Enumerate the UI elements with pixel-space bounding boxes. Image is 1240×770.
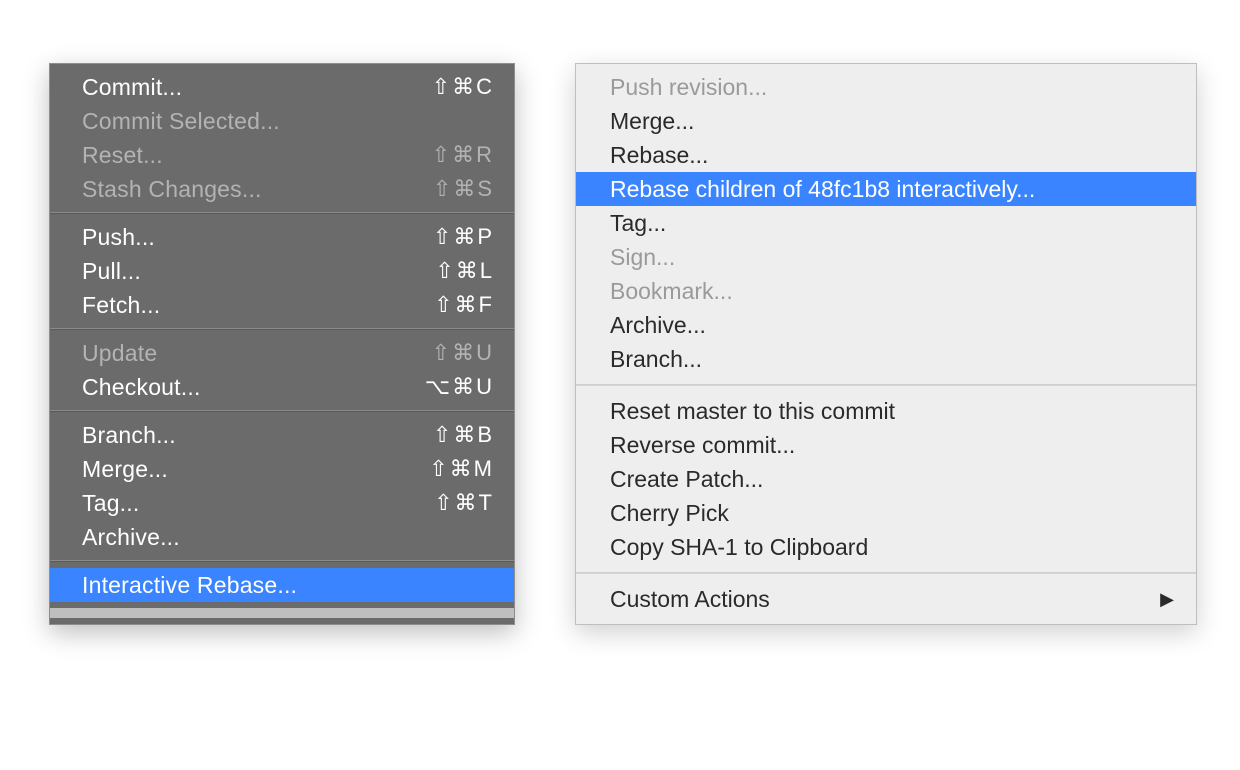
menu-item-archive[interactable]: Archive... <box>50 520 514 554</box>
menu-item-shortcut: ⇧⌘S <box>433 176 494 202</box>
context-item-reverse-commit[interactable]: Reverse commit... <box>576 428 1196 462</box>
menu-item-label: Tag... <box>82 490 139 517</box>
context-item-tag[interactable]: Tag... <box>576 206 1196 240</box>
menu-item-label: Reset... <box>82 142 163 169</box>
menu-item-shortcut: ⇧⌘P <box>433 224 494 250</box>
menu-item-label: Commit Selected... <box>82 108 280 135</box>
menu-item-commit[interactable]: Commit... ⇧⌘C <box>50 70 514 104</box>
menu-item-label: Archive... <box>82 524 180 551</box>
menu-item-label: Push revision... <box>610 74 767 101</box>
menu-item-label: Merge... <box>610 108 694 135</box>
menu-item-label: Interactive Rebase... <box>82 572 297 599</box>
menu-item-label: Reset master to this commit <box>610 398 895 425</box>
menu-item-label: Create Patch... <box>610 466 763 493</box>
menu-item-fetch[interactable]: Fetch... ⇧⌘F <box>50 288 514 322</box>
menu-item-label: Stash Changes... <box>82 176 262 203</box>
context-item-bookmark: Bookmark... <box>576 274 1196 308</box>
menu-item-interactive-rebase[interactable]: Interactive Rebase... <box>50 568 514 602</box>
menu-item-label: Archive... <box>610 312 706 339</box>
menu-item-commit-selected: Commit Selected... <box>50 104 514 138</box>
menu-item-label: Cherry Pick <box>610 500 729 527</box>
menu-item-merge[interactable]: Merge... ⇧⌘M <box>50 452 514 486</box>
menu-item-shortcut: ⇧⌘R <box>432 142 494 168</box>
menu-item-shortcut: ⇧⌘L <box>435 258 494 284</box>
menu-item-shortcut: ⇧⌘B <box>433 422 494 448</box>
menu-item-push[interactable]: Push... ⇧⌘P <box>50 220 514 254</box>
menu-footer-strip <box>50 608 514 618</box>
context-item-reset-master[interactable]: Reset master to this commit <box>576 394 1196 428</box>
menu-separator <box>50 560 514 562</box>
context-item-copy-sha1[interactable]: Copy SHA-1 to Clipboard <box>576 530 1196 564</box>
context-item-branch[interactable]: Branch... <box>576 342 1196 376</box>
menu-item-update: Update ⇧⌘U <box>50 336 514 370</box>
menu-item-label: Rebase children of 48fc1b8 interactively… <box>610 176 1035 203</box>
menu-item-label: Tag... <box>610 210 666 237</box>
menu-item-tag[interactable]: Tag... ⇧⌘T <box>50 486 514 520</box>
menu-separator <box>50 410 514 412</box>
context-item-rebase[interactable]: Rebase... <box>576 138 1196 172</box>
menu-item-shortcut: ⇧⌘C <box>432 74 494 100</box>
context-item-merge[interactable]: Merge... <box>576 104 1196 138</box>
menu-item-shortcut: ⇧⌘F <box>434 292 494 318</box>
menu-item-pull[interactable]: Pull... ⇧⌘L <box>50 254 514 288</box>
context-item-push-revision: Push revision... <box>576 70 1196 104</box>
menu-separator <box>576 384 1196 386</box>
menu-item-label: Sign... <box>610 244 675 271</box>
context-item-archive[interactable]: Archive... <box>576 308 1196 342</box>
menu-separator <box>50 328 514 330</box>
submenu-arrow-icon: ▶ <box>1160 589 1174 610</box>
menu-item-label: Commit... <box>82 74 182 101</box>
actions-menu[interactable]: Commit... ⇧⌘C Commit Selected... Reset..… <box>49 63 515 625</box>
context-item-custom-actions[interactable]: Custom Actions ▶ <box>576 582 1196 616</box>
menu-separator <box>50 212 514 214</box>
menu-item-label: Update <box>82 340 157 367</box>
menu-item-shortcut: ⌥⌘U <box>425 374 494 400</box>
menu-item-label: Bookmark... <box>610 278 733 305</box>
menu-item-shortcut: ⇧⌘T <box>434 490 494 516</box>
commit-context-menu[interactable]: Push revision... Merge... Rebase... Reba… <box>575 63 1197 625</box>
menu-item-label: Checkout... <box>82 374 201 401</box>
menu-item-shortcut: ⇧⌘U <box>432 340 494 366</box>
context-item-sign: Sign... <box>576 240 1196 274</box>
menu-item-label: Fetch... <box>82 292 160 319</box>
menu-separator <box>576 572 1196 574</box>
menu-item-label: Copy SHA-1 to Clipboard <box>610 534 868 561</box>
menu-item-label: Push... <box>82 224 155 251</box>
context-item-create-patch[interactable]: Create Patch... <box>576 462 1196 496</box>
menu-item-shortcut: ⇧⌘M <box>429 456 494 482</box>
menu-item-label: Custom Actions <box>610 586 770 613</box>
menu-item-label: Branch... <box>82 422 176 449</box>
menu-item-label: Pull... <box>82 258 141 285</box>
context-item-rebase-children-interactive[interactable]: Rebase children of 48fc1b8 interactively… <box>576 172 1196 206</box>
menu-item-stash-changes: Stash Changes... ⇧⌘S <box>50 172 514 206</box>
menu-item-label: Merge... <box>82 456 168 483</box>
menu-item-label: Rebase... <box>610 142 708 169</box>
menu-item-label: Branch... <box>610 346 702 373</box>
menu-item-label: Reverse commit... <box>610 432 795 459</box>
menu-item-checkout[interactable]: Checkout... ⌥⌘U <box>50 370 514 404</box>
menu-item-branch[interactable]: Branch... ⇧⌘B <box>50 418 514 452</box>
context-item-cherry-pick[interactable]: Cherry Pick <box>576 496 1196 530</box>
menu-item-reset: Reset... ⇧⌘R <box>50 138 514 172</box>
